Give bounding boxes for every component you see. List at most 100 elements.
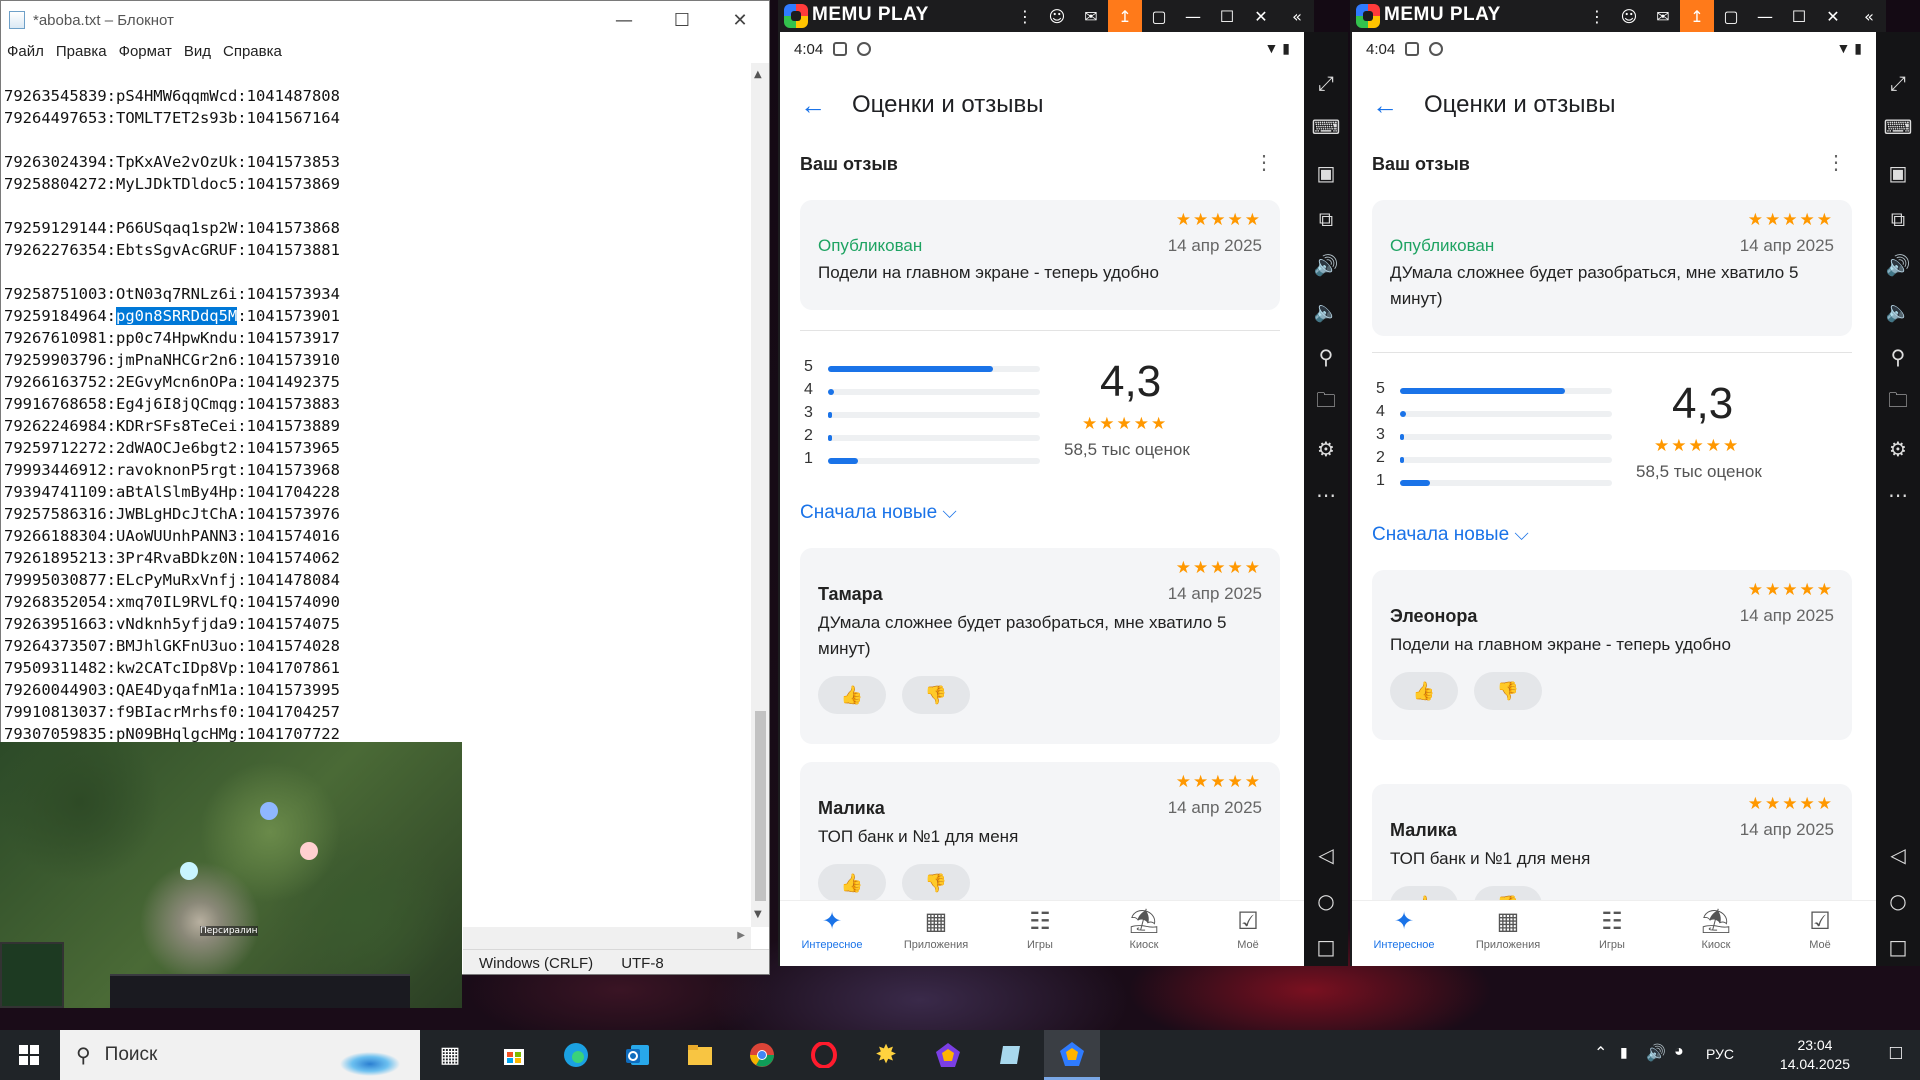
thumbs-down-button[interactable]: 👎: [1474, 672, 1542, 710]
upload-icon[interactable]: ↥: [1108, 0, 1142, 32]
memu-icon[interactable]: [920, 1030, 976, 1080]
volume-up-icon[interactable]: 🔊: [1876, 250, 1920, 280]
start-button[interactable]: [0, 1030, 58, 1080]
minimize-icon[interactable]: —: [1748, 0, 1782, 32]
horizontal-scrollbar[interactable]: ▶: [463, 927, 751, 949]
nav-games[interactable]: ☷ Игры: [990, 907, 1090, 951]
screen-icon[interactable]: ▢: [1142, 0, 1176, 32]
network-icon[interactable]: ◕: [1674, 1043, 1684, 1061]
menu-dots-icon[interactable]: ⋮: [1580, 0, 1614, 32]
scroll-right-icon[interactable]: ▶: [737, 930, 745, 941]
chrome-icon[interactable]: [734, 1030, 790, 1080]
volume-icon[interactable]: 🔊: [1646, 1043, 1666, 1063]
nav-interesting[interactable]: ✦ Интересное: [1354, 907, 1454, 951]
nav-apps[interactable]: ▦ Приложения: [1458, 907, 1558, 951]
sort-dropdown[interactable]: Сначала новые ⌵: [1372, 524, 1529, 546]
menu-dots-icon[interactable]: ⋮: [1008, 0, 1042, 32]
file-explorer-icon[interactable]: [672, 1030, 728, 1080]
memu-titlebar[interactable]: MEMU PLAY ⋮ ☺ ✉ ↥ ▢ — ☐ ✕ «: [1350, 0, 1886, 32]
opera-icon[interactable]: [796, 1030, 852, 1080]
memu-window[interactable]: MEMU PLAY ⋮ ☺ ✉ ↥ ▢ — ☐ ✕ «4:04 ▼ ▮ ← Оценки и отзыв…: [778, 0, 1314, 966]
keyboard-icon[interactable]: ⌨: [1876, 112, 1920, 142]
collapse-sidebar-icon[interactable]: «: [1280, 0, 1314, 32]
thumbs-up-button[interactable]: 👍: [1390, 672, 1458, 710]
recents-nav-icon[interactable]: □: [1304, 932, 1348, 962]
keyboard-icon[interactable]: ⌨: [1304, 112, 1348, 142]
thumbs-up-button[interactable]: 👍: [818, 864, 886, 902]
more-options-icon[interactable]: ⋮: [1254, 150, 1274, 175]
android-screen[interactable]: 4:04 ▼ ▮ ← Оценки и отзывы Ваш отзыв ⋮ ★★★★★ Оп…: [780, 32, 1304, 966]
collapse-sidebar-icon[interactable]: «: [1852, 0, 1886, 32]
memu-titlebar[interactable]: MEMU PLAY ⋮ ☺ ✉ ↥ ▢ — ☐ ✕ «: [778, 0, 1314, 32]
scrollbar-thumb[interactable]: [755, 711, 766, 901]
maximize-icon[interactable]: ☐: [1210, 0, 1244, 32]
menu-edit[interactable]: Правка: [56, 43, 107, 60]
close-icon[interactable]: ✕: [1244, 0, 1278, 32]
volume-up-icon[interactable]: 🔊: [1304, 250, 1348, 280]
store-icon[interactable]: [486, 1030, 542, 1080]
location-icon[interactable]: ⚲: [1304, 342, 1348, 372]
menu-format[interactable]: Формат: [119, 43, 172, 60]
nav-apps[interactable]: ▦ Приложения: [886, 907, 986, 951]
home-nav-icon[interactable]: ○: [1876, 886, 1920, 916]
sparkle-app-icon[interactable]: ✸: [858, 1030, 914, 1080]
multi-window-icon[interactable]: ⧉: [1304, 204, 1348, 234]
sort-dropdown[interactable]: Сначала новые ⌵: [800, 502, 957, 524]
upload-icon[interactable]: ↥: [1680, 0, 1714, 32]
thumbs-down-button[interactable]: 👎: [902, 676, 970, 714]
fullscreen-icon[interactable]: ⤢: [1876, 68, 1920, 98]
battery-icon[interactable]: ▮: [1620, 1044, 1628, 1061]
more-options-icon[interactable]: ⋮: [1826, 150, 1846, 175]
mail-icon[interactable]: ✉: [1646, 0, 1680, 32]
nav-interesting[interactable]: ✦ Интересное: [782, 907, 882, 951]
maximize-icon[interactable]: ☐: [1782, 0, 1816, 32]
home-nav-icon[interactable]: ○: [1304, 886, 1348, 916]
back-arrow-icon[interactable]: ←: [1372, 90, 1398, 121]
android-screen[interactable]: 4:04 ▼ ▮ ← Оценки и отзывы Ваш отзыв ⋮ ★★★★★ Оп…: [1352, 32, 1876, 966]
apk-icon[interactable]: ▣: [1304, 158, 1348, 188]
scroll-down-icon[interactable]: ▼: [754, 909, 762, 920]
notepad-text-area[interactable]: 79263545839:pS4HMW6qqmWcd:1041487808 7926…: [1, 63, 751, 743]
memu-window[interactable]: MEMU PLAY ⋮ ☺ ✉ ↥ ▢ — ☐ ✕ «4:04 ▼ ▮ ← Оценки и отзыв…: [1350, 0, 1886, 966]
notepad-taskbar-icon[interactable]: [982, 1030, 1038, 1080]
fullscreen-icon[interactable]: ⤢: [1304, 68, 1348, 98]
back-nav-icon[interactable]: ◁: [1304, 840, 1348, 870]
notifications-icon[interactable]: □: [1890, 1042, 1902, 1065]
settings-icon[interactable]: ⚙: [1304, 434, 1348, 464]
settings-icon[interactable]: ⚙: [1876, 434, 1920, 464]
account-icon[interactable]: ☺: [1040, 0, 1074, 32]
language-indicator[interactable]: РУС: [1706, 1046, 1734, 1062]
menu-help[interactable]: Справка: [223, 43, 282, 60]
close-icon[interactable]: ✕: [1816, 0, 1850, 32]
more-icon[interactable]: ⋯: [1304, 480, 1348, 510]
maximize-icon[interactable]: ☐: [653, 1, 711, 39]
volume-down-icon[interactable]: 🔈: [1304, 296, 1348, 326]
folder-icon[interactable]: 🗀: [1876, 388, 1920, 418]
thumbs-down-button[interactable]: 👎: [902, 864, 970, 902]
back-arrow-icon[interactable]: ←: [800, 90, 826, 121]
folder-icon[interactable]: 🗀: [1304, 388, 1348, 418]
location-icon[interactable]: ⚲: [1876, 342, 1920, 372]
thumbs-up-button[interactable]: 👍: [818, 676, 886, 714]
scroll-up-icon[interactable]: ▲: [754, 69, 762, 80]
outlook-icon[interactable]: [610, 1030, 666, 1080]
back-nav-icon[interactable]: ◁: [1876, 840, 1920, 870]
nav-kiosk[interactable]: ⛱ Киоск: [1094, 907, 1194, 951]
menu-view[interactable]: Вид: [184, 43, 211, 60]
taskbar-clock[interactable]: 23:04 14.04.2025: [1780, 1036, 1850, 1074]
taskbar-search[interactable]: ⚲ Поиск: [60, 1030, 420, 1080]
edge-icon[interactable]: [548, 1030, 604, 1080]
chevron-up-icon[interactable]: ⌃: [1594, 1043, 1607, 1063]
nav-games[interactable]: ☷ Игры: [1562, 907, 1662, 951]
mail-icon[interactable]: ✉: [1074, 0, 1108, 32]
nav-mine[interactable]: ☑ Моё: [1198, 907, 1298, 951]
memu-active-icon[interactable]: [1044, 1030, 1100, 1080]
multi-window-icon[interactable]: ⧉: [1876, 204, 1920, 234]
task-view-icon[interactable]: ▦: [422, 1030, 478, 1080]
screen-icon[interactable]: ▢: [1714, 0, 1748, 32]
nav-kiosk[interactable]: ⛱ Киоск: [1666, 907, 1766, 951]
apk-icon[interactable]: ▣: [1876, 158, 1920, 188]
vertical-scrollbar[interactable]: ▲ ▼: [751, 63, 769, 927]
account-icon[interactable]: ☺: [1612, 0, 1646, 32]
close-icon[interactable]: ✕: [711, 1, 769, 39]
